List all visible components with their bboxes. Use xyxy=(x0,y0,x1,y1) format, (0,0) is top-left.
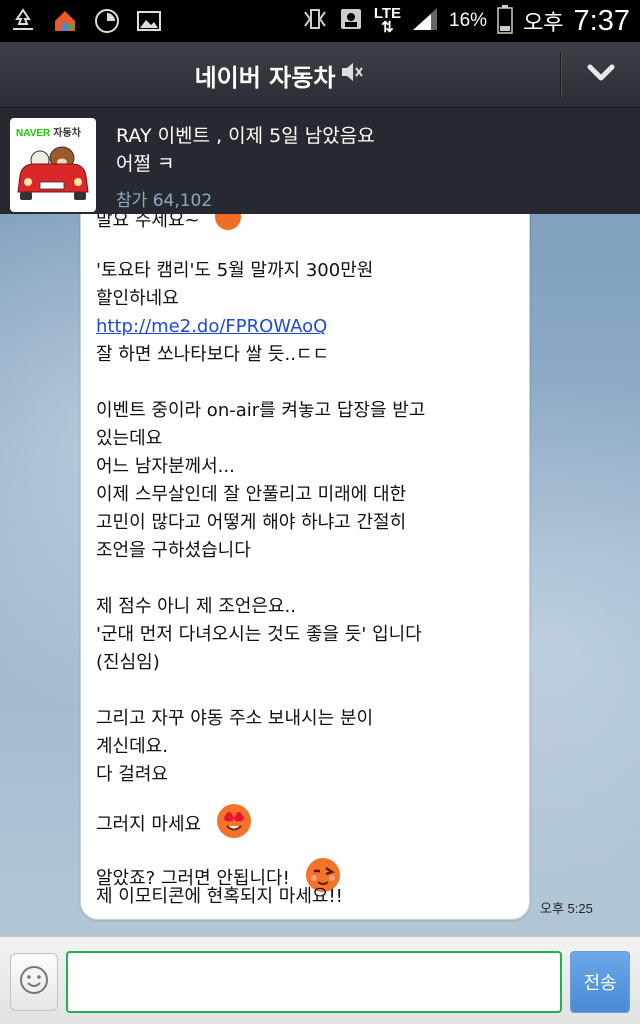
clock-app-icon xyxy=(92,6,122,36)
gallery-icon xyxy=(134,6,164,36)
message-line: 제 점수 아니 제 조언은요.. xyxy=(96,596,296,617)
smile-emoticon-icon xyxy=(213,214,243,240)
message-line: 잘 하면 쏘나타보다 쌀 듯..ㄷㄷ xyxy=(96,344,330,365)
message-line: 이제 스무살인데 잘 안풀리고 미래에 대한 xyxy=(96,484,407,505)
message-line: 제 이모티콘에 현혹되지 마세요!! xyxy=(96,886,343,907)
lte-indicator: LTE ⇅ xyxy=(373,5,402,36)
message-line: 그러지 마세요 xyxy=(96,802,526,848)
message-line: 다 걸려요 xyxy=(96,764,168,785)
message-line: 그리고 자꾸 야동 주소 보내시는 분이 xyxy=(96,708,374,729)
clock-ampm: 오후 xyxy=(523,10,564,35)
participant-label: 참가 xyxy=(116,191,148,211)
signal-icon xyxy=(411,6,439,37)
emoticon-button[interactable] xyxy=(10,953,58,1011)
chat-title: 네이버 자동차 xyxy=(0,42,560,108)
message-link[interactable]: http://me2.do/FPROWAoQ xyxy=(96,316,327,337)
car-character-icon xyxy=(17,146,89,200)
chat-area[interactable]: 말요 주세요~ '토요타 캠리'도 5월 말까지 300만원 할인하네요 htt… xyxy=(0,214,640,936)
message-line: 말요 주세요~ xyxy=(96,214,526,240)
battery-percent: 16% xyxy=(449,10,488,31)
chat-header: 네이버 자동차 xyxy=(0,42,640,108)
message-line: 고민이 많다고 어떻게 해야 하냐고 간절히 xyxy=(96,512,407,533)
message-line: 조언을 구하셨습니다 xyxy=(96,540,251,561)
message-line: 이벤트 중이라 on-air를 켜놓고 답장을 받고 xyxy=(96,400,426,421)
participant-count: 참가 64,102 xyxy=(116,186,212,211)
system-indicators: LTE ⇅ 16% 오후 7:37 xyxy=(302,0,630,42)
battery-icon xyxy=(497,4,513,39)
smiley-icon xyxy=(18,964,50,1000)
chat-title-text: 네이버 자동차 xyxy=(194,63,336,92)
message-timestamp: 오후 5:25 xyxy=(540,901,593,916)
status-bar: LTE ⇅ 16% 오후 7:37 xyxy=(0,0,640,42)
message-line: (진심임) xyxy=(96,652,160,673)
header-divider xyxy=(560,52,561,98)
collapse-button[interactable] xyxy=(562,42,640,108)
send-button[interactable]: 전송 xyxy=(570,951,630,1013)
participant-number: 64,102 xyxy=(152,191,213,211)
message-link-line: http://me2.do/FPROWAoQ xyxy=(96,314,526,340)
message-line: 계신데요. xyxy=(96,736,168,757)
vibrate-icon xyxy=(302,6,328,37)
input-bar: 전송 xyxy=(0,936,640,1024)
notice-line-1: RAY 이벤트 , 이제 5일 남았음요 xyxy=(116,125,375,147)
chevron-down-icon xyxy=(586,63,616,87)
message-line: '토요타 캠리'도 5월 말까지 300만원 xyxy=(96,260,374,281)
channel-thumbnail: NAVER 자동차 xyxy=(10,118,96,212)
heart-eyes-emoticon-icon xyxy=(215,802,253,848)
clock-time: 7:37 xyxy=(573,4,630,37)
notice-banner[interactable]: NAVER 자동차 RAY 이벤트 , 이제 5일 남았음요 어쩔 ㅋ 참가 64… xyxy=(0,108,640,214)
message-line: 있는데요 xyxy=(96,428,163,449)
message-line: '군대 먼저 다녀오시는 것도 좋을 듯' 입니다 xyxy=(96,624,422,645)
home-app-icon xyxy=(50,6,80,36)
notice-line-2: 어쩔 ㅋ xyxy=(116,153,175,175)
sim-icon xyxy=(338,6,364,37)
message-line: 할인하네요 xyxy=(96,288,179,309)
recycle-icon xyxy=(8,6,38,36)
message-line: 어느 남자분께서... xyxy=(96,456,235,477)
message-input[interactable] xyxy=(66,951,562,1013)
speaker-muted-icon xyxy=(339,59,365,91)
notification-icons xyxy=(8,6,164,36)
notice-message: RAY 이벤트 , 이제 5일 남았음요 어쩔 ㅋ xyxy=(116,122,626,178)
